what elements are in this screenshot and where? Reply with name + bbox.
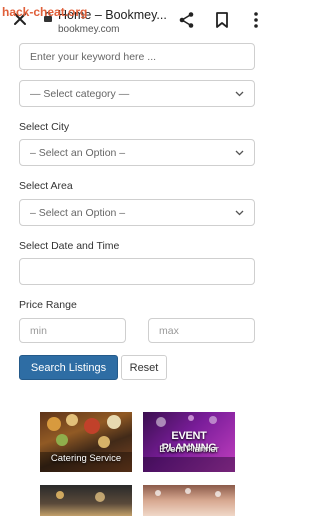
chevron-down-icon: [235, 150, 244, 155]
bookmark-icon[interactable]: [212, 10, 232, 30]
city-value: – Select an Option –: [30, 146, 126, 159]
keyword-placeholder: Enter your keyword here ...: [30, 50, 157, 63]
event-planner-tile[interactable]: EVENT PLANNING Event Planner: [143, 412, 235, 472]
venue-tile[interactable]: [40, 485, 132, 516]
category-value: — Select category —: [30, 87, 130, 100]
price-max-input[interactable]: max: [148, 318, 255, 343]
price-range-label: Price Range: [19, 299, 77, 311]
price-max-placeholder: max: [159, 324, 179, 337]
price-min-input[interactable]: min: [19, 318, 126, 343]
event-planner-caption: Event Planner: [159, 444, 219, 455]
catering-service-caption: Catering Service: [50, 453, 122, 464]
category-select[interactable]: — Select category —: [19, 80, 255, 107]
wedding-photo: [155, 488, 221, 497]
city-select[interactable]: – Select an Option –: [19, 139, 255, 166]
datetime-label: Select Date and Time: [19, 240, 120, 252]
keyword-input[interactable]: Enter your keyword here ...: [19, 43, 255, 70]
venue-photo: [56, 491, 105, 502]
reset-button[interactable]: Reset: [121, 355, 167, 380]
chevron-down-icon: [235, 210, 244, 215]
area-label: Select Area: [19, 180, 73, 192]
city-label: Select City: [19, 121, 70, 133]
area-select[interactable]: – Select an Option –: [19, 199, 255, 226]
catering-service-tile[interactable]: Catering Service: [40, 412, 132, 472]
page-domain: bookmey.com: [58, 24, 120, 35]
more-options-icon[interactable]: [246, 10, 266, 30]
chevron-down-icon: [235, 91, 244, 96]
share-icon[interactable]: [177, 10, 197, 30]
search-listings-button[interactable]: Search Listings: [19, 355, 118, 380]
wedding-tile[interactable]: [143, 485, 235, 516]
datetime-input[interactable]: [19, 258, 255, 285]
price-min-placeholder: min: [30, 324, 47, 337]
browser-toolbar: Home – Bookmey.... bookmey.com hack-chea…: [0, 0, 274, 40]
watermark-text: hack-cheat.org: [2, 5, 88, 19]
area-value: – Select an Option –: [30, 206, 126, 219]
